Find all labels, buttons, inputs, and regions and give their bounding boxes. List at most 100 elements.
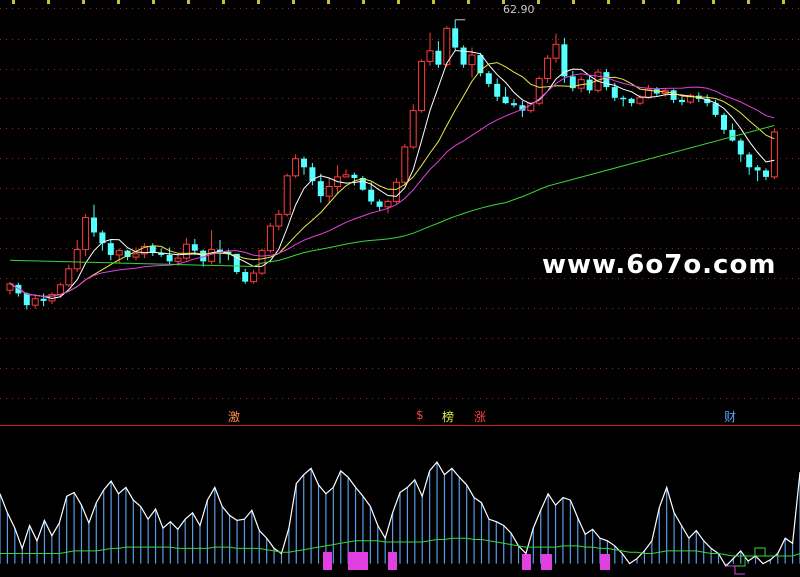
candle-down [40, 298, 47, 301]
candle-down [452, 28, 459, 48]
candle-up [56, 284, 64, 295]
step-signal-line-2 [725, 565, 745, 575]
candle-down [721, 114, 727, 130]
candle-down [107, 243, 114, 255]
marker-ji: 激 [228, 410, 241, 424]
candle-up [392, 181, 400, 202]
candle-up [342, 174, 350, 178]
candle-up [31, 298, 39, 306]
candle-down [23, 293, 30, 306]
signal-bar [541, 554, 552, 570]
top-tick [607, 0, 610, 4]
chart-canvas: 62.90 激 $ 榜 涨 财 www.6o7o.com [0, 0, 800, 577]
top-tick [117, 0, 120, 4]
top-tick [642, 0, 645, 4]
candle-down [91, 217, 97, 233]
candle-down [502, 96, 509, 104]
signal-bar [600, 554, 610, 570]
top-tick [537, 0, 540, 4]
top-tick [327, 0, 330, 4]
candle-up [275, 213, 283, 227]
candle-down [679, 99, 685, 103]
top-tick [47, 0, 50, 4]
candle-up [325, 186, 333, 197]
top-tick [432, 0, 435, 4]
candle-up [544, 57, 552, 80]
signal-bar [323, 552, 332, 570]
top-tick [712, 0, 715, 4]
candle-down [670, 90, 677, 100]
top-tick [257, 0, 260, 4]
candle-down [494, 83, 501, 97]
candle-up [292, 158, 300, 177]
candle-up [115, 250, 123, 256]
candle-up [283, 175, 291, 215]
candle-up [426, 50, 434, 62]
candle-down [435, 50, 442, 65]
signal-bar [348, 552, 368, 570]
candle-down [485, 73, 492, 84]
candle-up [250, 272, 258, 283]
candle-up [384, 200, 392, 208]
marker-cai: 财 [724, 410, 737, 424]
candle-down [460, 47, 467, 65]
candle-down [611, 87, 618, 98]
top-tick [292, 0, 295, 4]
top-tick [677, 0, 680, 4]
candle-down [746, 154, 753, 168]
candle-down [242, 272, 249, 282]
top-tick [187, 0, 190, 4]
top-tick [222, 0, 225, 4]
signal-bar [388, 552, 397, 570]
signal-bar [522, 554, 531, 570]
marker-dollar: $ [416, 408, 424, 422]
candle-up [552, 43, 560, 59]
candle-down [628, 98, 635, 104]
candle-down [191, 244, 198, 251]
candle-up [65, 268, 73, 286]
top-tick [747, 0, 750, 4]
candle-down [763, 170, 769, 177]
candle-down [712, 103, 719, 115]
candle-down [729, 129, 736, 141]
top-tick [12, 0, 15, 4]
chart-svg [0, 0, 800, 575]
top-tick [572, 0, 575, 4]
candle-down [737, 140, 744, 155]
high-price-label: 62.90 [503, 3, 535, 16]
candle-down [620, 97, 627, 100]
candle-up [182, 243, 190, 259]
top-tick [467, 0, 470, 4]
top-tick [782, 0, 785, 4]
candle-up [468, 54, 476, 66]
candle-up [174, 257, 182, 262]
candle-down [166, 254, 173, 262]
candle-up [132, 253, 140, 258]
candle-down [603, 72, 610, 88]
top-tick [397, 0, 400, 4]
candle-up [418, 60, 426, 112]
candle-down [511, 103, 517, 106]
candle-down [376, 201, 383, 207]
candle-up [401, 146, 409, 183]
candle-up [636, 97, 644, 104]
candle-up [409, 110, 417, 148]
candle-down [351, 174, 358, 178]
top-tick [362, 0, 365, 4]
candle-up [73, 249, 81, 270]
top-tick [82, 0, 85, 4]
candle-up [577, 79, 585, 89]
candle-up [258, 250, 266, 274]
watermark: www.6o7o.com [542, 250, 777, 280]
candle-up [266, 225, 274, 252]
marker-bang: 榜 [442, 410, 455, 424]
candle-down [317, 181, 324, 197]
candle-down [301, 158, 307, 168]
candle-down [586, 79, 593, 91]
candle-down [359, 177, 366, 190]
marker-zhang: 涨 [474, 410, 487, 424]
candle-down [754, 167, 761, 171]
candle-down [368, 189, 375, 202]
candle-up [82, 217, 90, 251]
top-tick [152, 0, 155, 4]
